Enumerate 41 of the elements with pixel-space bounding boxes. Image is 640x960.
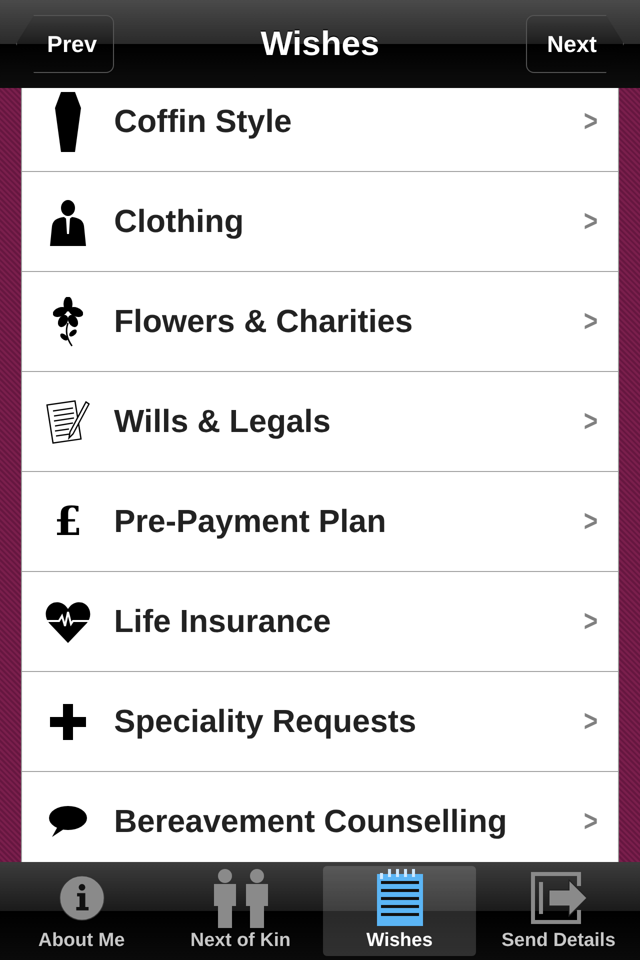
pound-icon: £ bbox=[54, 502, 82, 542]
flower-icon bbox=[53, 296, 83, 346]
chevron-icon: > bbox=[584, 404, 598, 438]
notepad-icon bbox=[376, 869, 424, 927]
heart-pulse-icon bbox=[45, 600, 91, 642]
man-in-suit-icon bbox=[48, 198, 88, 246]
list-row[interactable]: Coffin Style > bbox=[22, 88, 618, 172]
tab[interactable]: Send Details bbox=[482, 866, 635, 956]
coffin-icon bbox=[53, 92, 83, 152]
list-row[interactable]: Clothing > bbox=[22, 172, 618, 272]
list-row[interactable]: Wills & Legals > bbox=[22, 372, 618, 472]
tab[interactable]: About Me bbox=[5, 866, 158, 956]
chevron-icon: > bbox=[584, 204, 598, 238]
next-button[interactable]: Next bbox=[526, 15, 624, 73]
exit-arrow-icon bbox=[528, 870, 588, 926]
row-label: Bereavement Counselling bbox=[114, 803, 508, 840]
plus-icon bbox=[50, 704, 86, 740]
chevron-icon: > bbox=[584, 304, 598, 338]
chevron-icon: > bbox=[584, 604, 598, 638]
info-icon bbox=[58, 875, 104, 921]
row-label: Speciality Requests bbox=[114, 703, 418, 740]
prev-button[interactable]: Prev bbox=[16, 15, 114, 73]
list-row[interactable]: Flowers & Charities > bbox=[22, 272, 618, 372]
row-label: Clothing bbox=[114, 203, 245, 240]
list-row[interactable]: £ Pre-Payment Plan > bbox=[22, 472, 618, 572]
chevron-icon: > bbox=[584, 104, 598, 138]
tab[interactable]: Next of Kin bbox=[164, 866, 317, 956]
document-with-pen-icon bbox=[45, 398, 91, 444]
row-label: Life Insurance bbox=[114, 603, 332, 640]
list-row[interactable]: Speciality Requests > bbox=[22, 672, 618, 772]
chevron-icon: > bbox=[584, 804, 598, 838]
chevron-icon: > bbox=[584, 504, 598, 538]
speech-bubble-icon bbox=[48, 806, 88, 838]
tab[interactable]: Wishes bbox=[323, 866, 476, 956]
row-label: Flowers & Charities bbox=[114, 303, 414, 340]
chevron-icon: > bbox=[584, 704, 598, 738]
list-row[interactable]: Life Insurance > bbox=[22, 572, 618, 672]
row-label: Pre-Payment Plan bbox=[114, 503, 388, 540]
screen-title: Wishes bbox=[260, 24, 380, 64]
row-label: Wills & Legals bbox=[114, 403, 332, 440]
row-label: Coffin Style bbox=[114, 103, 293, 140]
